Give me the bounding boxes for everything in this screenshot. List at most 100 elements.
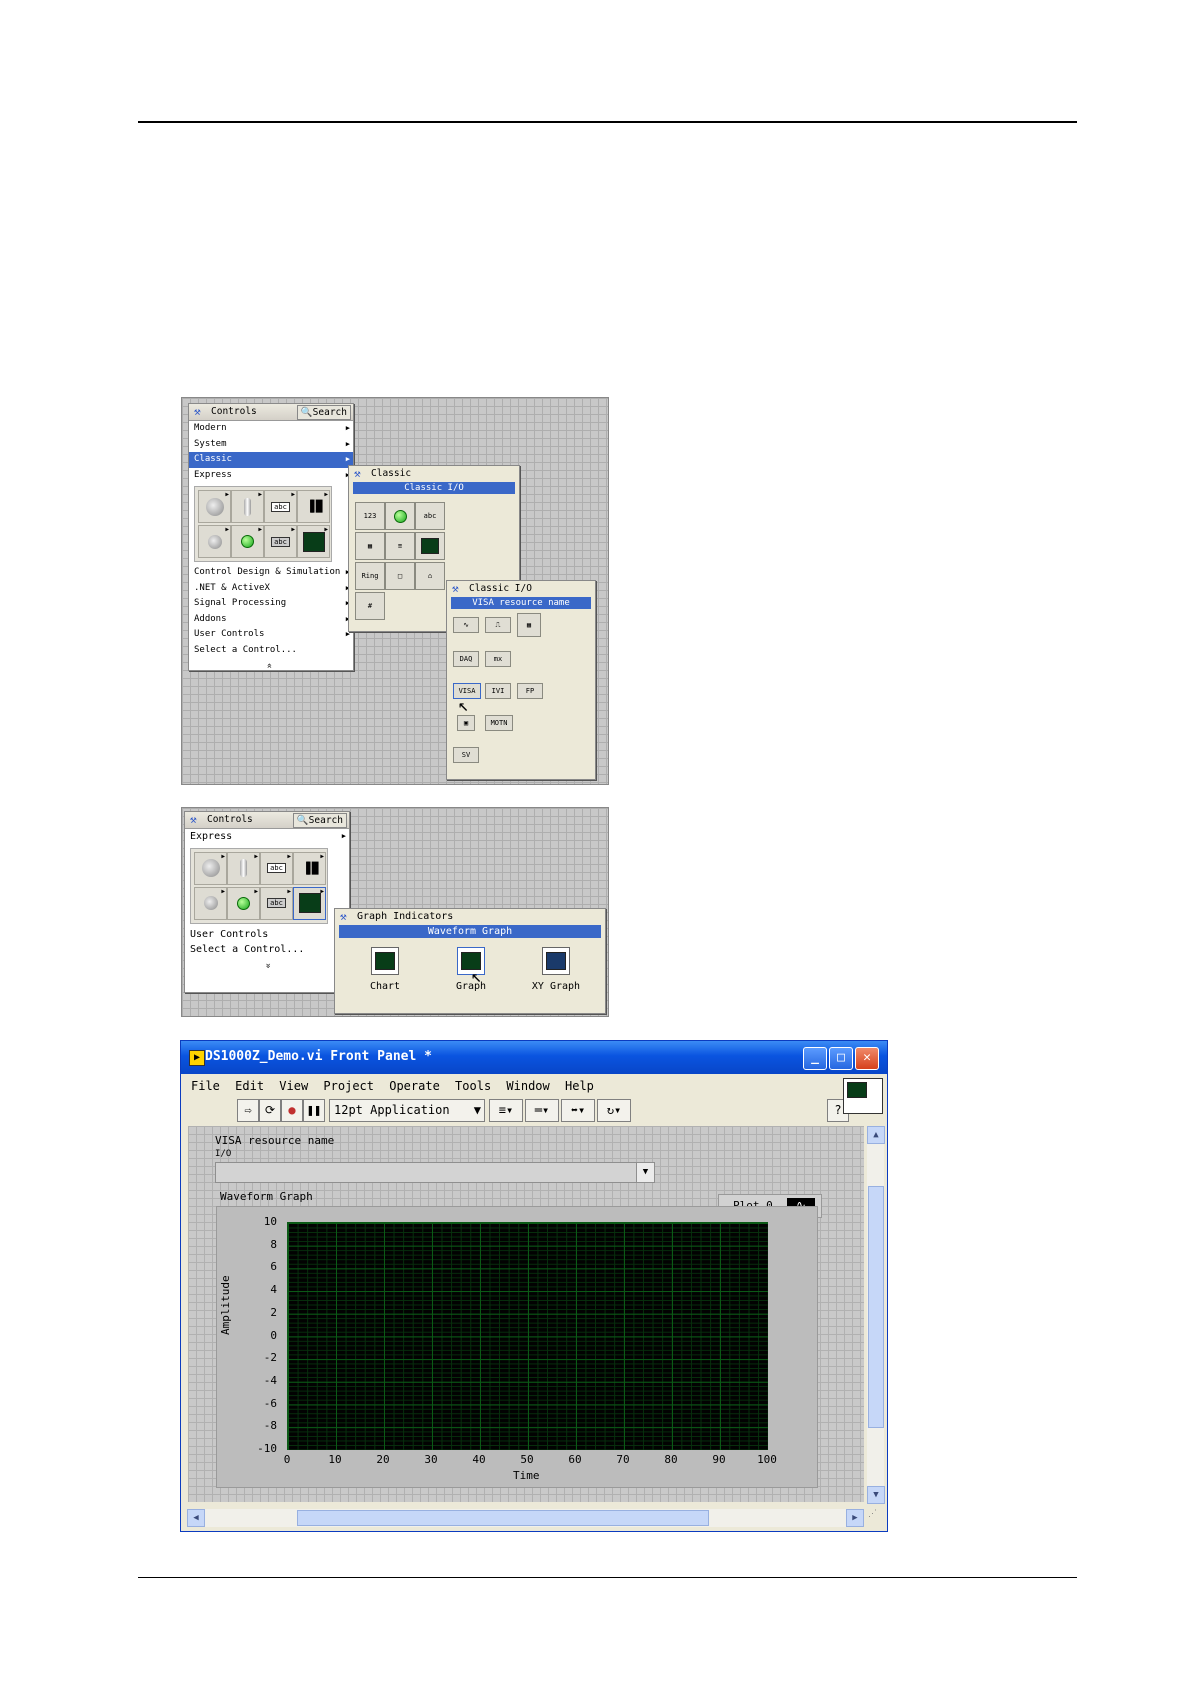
resize-objects-icon[interactable]: ⬌▾ — [561, 1099, 595, 1122]
waveform-graph[interactable]: Amplitude Time 10 8 6 4 2 0 -2 -4 -6 -8 -10 0 10 20 3… — [216, 1206, 818, 1488]
menu-edit[interactable]: Edit — [235, 1076, 264, 1096]
expand-palette-button[interactable]: » — [189, 658, 353, 674]
classic-io-palette-title: Classic I/O — [469, 583, 532, 594]
close-button[interactable]: ✕ — [855, 1047, 879, 1070]
daqmx-icon[interactable]: mx — [485, 651, 511, 667]
menu-item-select-control[interactable]: Select a Control... — [185, 942, 349, 958]
menu-item-addons[interactable]: Addons▶ — [189, 612, 353, 628]
run-icon[interactable]: ⇨ — [237, 1099, 259, 1122]
toggle-switch-icon[interactable]: ▶ — [231, 490, 264, 523]
pin-icon[interactable]: ⚒ — [194, 406, 201, 418]
expand-palette-button[interactable]: » — [185, 958, 349, 974]
knob-icon[interactable]: ▶ — [198, 490, 231, 523]
pin-icon[interactable]: ⚒ — [452, 583, 459, 595]
vertical-scroll-thumb[interactable] — [868, 1186, 884, 1428]
menu-item-select-control[interactable]: Select a Control... — [189, 643, 353, 659]
align-objects-icon[interactable]: ≡▾ — [489, 1099, 523, 1122]
ivi-icon[interactable]: IVI — [485, 683, 511, 699]
visa-dropdown-button[interactable]: ▼ — [636, 1162, 655, 1183]
vertical-scrollbar[interactable]: ▲ ▼ — [867, 1126, 885, 1504]
refnum-icon[interactable]: # — [355, 592, 385, 620]
shared-variable-icon[interactable]: SV — [453, 747, 479, 763]
digital-waveform-icon[interactable]: ⎍ — [485, 617, 511, 633]
image-icon[interactable]: ▣ — [457, 715, 475, 731]
menu-item-classic[interactable]: Classic ▶ — [189, 452, 353, 468]
menu-operate[interactable]: Operate — [389, 1076, 440, 1096]
knob-icon[interactable]: ▶ — [194, 851, 227, 885]
menu-window[interactable]: Window — [506, 1076, 549, 1096]
minimize-button[interactable]: _ — [803, 1047, 827, 1070]
pin-icon[interactable]: ⚒ — [190, 814, 197, 826]
menu-item-modern[interactable]: Modern ▶ — [189, 421, 353, 437]
menu-help[interactable]: Help — [565, 1076, 594, 1096]
font-selector[interactable]: 12pt Application Font▼ — [329, 1099, 485, 1138]
chart-item[interactable]: Chart — [355, 947, 415, 992]
dial-icon[interactable]: ▶ — [194, 886, 227, 920]
daq-icon[interactable]: DAQ — [453, 651, 479, 667]
text-control-icon[interactable]: abc ▶ — [264, 490, 297, 523]
menu-item-user-controls[interactable]: User Controls▶ — [189, 627, 353, 643]
distribute-objects-icon[interactable]: ═▾ — [525, 1099, 559, 1122]
menu-item-label: Classic — [194, 454, 232, 464]
graph-icon[interactable]: ▶ — [297, 525, 330, 558]
text-indicator-icon[interactable]: abc ▶ — [264, 525, 297, 558]
menu-item-system[interactable]: System ▶ — [189, 437, 353, 453]
vi-icon[interactable] — [843, 1078, 883, 1114]
list-table-icon[interactable]: ≡ — [385, 532, 415, 560]
search-button[interactable]: 🔍Search — [292, 813, 347, 828]
scroll-down-button[interactable]: ▼ — [867, 1486, 885, 1504]
led-icon[interactable]: ▶ — [227, 886, 260, 920]
pin-icon[interactable]: ⚒ — [340, 911, 347, 923]
menu-project[interactable]: Project — [323, 1076, 374, 1096]
array-cluster-icon[interactable]: ▐▌█ ▶ — [297, 490, 330, 523]
menu-item-signal-processing[interactable]: Signal Processing▶ — [189, 596, 353, 612]
pause-icon[interactable]: ❚❚ — [303, 1099, 325, 1122]
text-indicator-icon[interactable]: abc ▶ — [260, 886, 293, 920]
menu-file[interactable]: File — [191, 1076, 220, 1096]
menu-tools[interactable]: Tools — [455, 1076, 491, 1096]
digital-data-icon[interactable]: ▦ — [517, 613, 541, 637]
menu-item-express[interactable]: Express▶ — [189, 468, 353, 484]
text-control-icon[interactable]: abc ▶ — [260, 851, 293, 885]
visa-resource-input[interactable] — [215, 1162, 641, 1183]
labview-app-icon[interactable]: ▶ — [189, 1050, 205, 1066]
abort-icon[interactable]: ● — [281, 1099, 303, 1122]
array-icon[interactable]: ▦ — [355, 532, 385, 560]
menu-item-label: Select a Control... — [190, 944, 305, 955]
run-continuously-icon[interactable]: ⟳ — [259, 1099, 281, 1122]
led-icon[interactable]: ▶ — [231, 525, 264, 558]
fieldpoint-icon[interactable]: FP — [517, 683, 543, 699]
horizontal-scrollbar[interactable]: ◀ ▶ — [187, 1509, 864, 1527]
resize-grip-icon[interactable]: ⋰ — [868, 1509, 884, 1527]
x-tick-label: 40 — [472, 1453, 486, 1466]
numeric-icon[interactable]: 123 — [355, 502, 385, 530]
graph-icon[interactable] — [415, 532, 445, 560]
scroll-up-button[interactable]: ▲ — [867, 1126, 885, 1144]
horizontal-scroll-thumb[interactable] — [297, 1510, 709, 1526]
string-icon[interactable]: abc — [415, 502, 445, 530]
menu-item-express[interactable]: Express▶ — [185, 829, 349, 845]
dial-icon[interactable]: ▶ — [198, 525, 231, 558]
array-cluster-icon[interactable]: ▐▌█ ▶ — [293, 851, 326, 885]
ring-enum-icon[interactable]: Ring — [355, 562, 385, 590]
menu-item-dotnet[interactable]: .NET & ActiveX▶ — [189, 581, 353, 597]
search-button[interactable]: 🔍Search — [296, 405, 351, 420]
graph-icon[interactable]: ▶ — [293, 886, 326, 920]
scroll-left-button[interactable]: ◀ — [187, 1509, 205, 1527]
menu-item-user-controls[interactable]: User Controls▶ — [185, 927, 349, 943]
motion-icon[interactable]: MOTN — [485, 715, 513, 731]
pin-icon[interactable]: ⚒ — [354, 468, 361, 480]
toggle-switch-icon[interactable]: ▶ — [227, 851, 260, 885]
container-icon[interactable]: □ — [385, 562, 415, 590]
waveform-icon[interactable]: ∿ — [453, 617, 479, 633]
io-icon[interactable]: ⌂ — [415, 562, 445, 590]
boolean-icon[interactable] — [385, 502, 415, 530]
maximize-button[interactable]: □ — [829, 1047, 853, 1070]
scroll-right-button[interactable]: ▶ — [846, 1509, 864, 1527]
title-bar[interactable]: ▶ DS1000Z_Demo.vi Front Panel * _ □ ✕ — [181, 1041, 887, 1074]
menu-view[interactable]: View — [279, 1076, 308, 1096]
xy-graph-item[interactable]: XY Graph — [521, 947, 591, 992]
plot-area[interactable] — [287, 1222, 768, 1450]
menu-item-control-design[interactable]: Control Design & Simulation▶ — [189, 565, 353, 581]
reorder-icon[interactable]: ↻▾ — [597, 1099, 631, 1122]
